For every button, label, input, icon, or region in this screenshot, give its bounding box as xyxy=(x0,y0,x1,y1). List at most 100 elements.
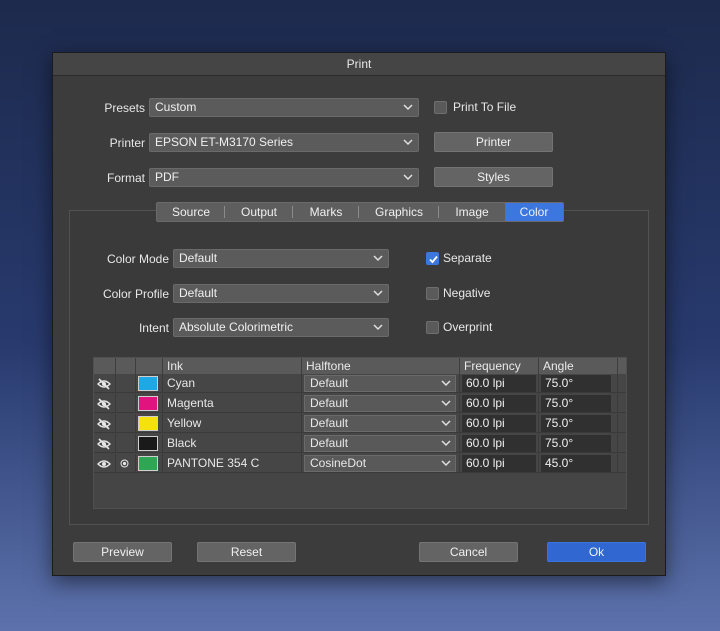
eye-icon xyxy=(97,460,111,468)
frequency-field[interactable]: 60.0 lpi xyxy=(462,395,536,412)
print-to-file-checkbox[interactable] xyxy=(434,101,447,114)
row-end xyxy=(617,454,627,473)
negative-checkbox[interactable] xyxy=(426,287,439,300)
print-dialog: Print Presets Custom Printer EPSON ET-M3… xyxy=(52,52,666,576)
eye-slash-icon xyxy=(97,378,111,390)
select-radio[interactable] xyxy=(115,454,135,473)
preview-button[interactable]: Preview xyxy=(73,542,172,562)
table-row[interactable]: Cyan Default 60.0 lpi 75.0° xyxy=(94,374,626,393)
halftone-cell: Default xyxy=(301,414,459,433)
header-angle[interactable]: Angle xyxy=(538,358,617,374)
select-radio[interactable] xyxy=(115,434,135,453)
visibility-toggle[interactable] xyxy=(94,394,115,413)
table-row[interactable]: Magenta Default 60.0 lpi 75.0° xyxy=(94,394,626,413)
presets-value: Custom xyxy=(155,100,197,114)
angle-field[interactable]: 75.0° xyxy=(541,435,611,452)
overprint-checkbox[interactable] xyxy=(426,321,439,334)
visibility-toggle[interactable] xyxy=(94,434,115,453)
frequency-cell: 60.0 lpi xyxy=(459,454,538,473)
tab-marks[interactable]: Marks xyxy=(293,203,359,221)
printer-button[interactable]: Printer xyxy=(434,132,553,152)
angle-field[interactable]: 75.0° xyxy=(541,415,611,432)
angle-field[interactable]: 75.0° xyxy=(541,395,611,412)
angle-cell: 75.0° xyxy=(538,394,617,413)
tab-bar: Source Output Marks Graphics Image Color xyxy=(156,202,564,222)
format-select[interactable]: PDF xyxy=(149,168,419,187)
ink-name: Magenta xyxy=(162,394,301,413)
halftone-select[interactable]: CosineDot xyxy=(304,455,456,472)
styles-button[interactable]: Styles xyxy=(434,167,553,187)
angle-field[interactable]: 45.0° xyxy=(541,455,611,472)
frequency-field[interactable]: 60.0 lpi xyxy=(462,375,536,392)
select-radio[interactable] xyxy=(115,394,135,413)
table-row[interactable]: Black Default 60.0 lpi 75.0° xyxy=(94,434,626,453)
ink-name: Yellow xyxy=(162,414,301,433)
halftone-select[interactable]: Default xyxy=(304,375,456,392)
row-end xyxy=(617,414,627,433)
swatch-cell xyxy=(135,394,162,413)
color-profile-value: Default xyxy=(179,286,218,300)
dialog-title: Print xyxy=(53,53,665,76)
chevron-down-icon xyxy=(373,324,383,331)
header-halftone[interactable]: Halftone xyxy=(301,358,459,374)
presets-select[interactable]: Custom xyxy=(149,98,419,117)
halftone-value: CosineDot xyxy=(310,456,367,470)
eye-slash-icon xyxy=(97,398,111,410)
printer-select[interactable]: EPSON ET-M3170 Series xyxy=(149,133,419,152)
visibility-toggle[interactable] xyxy=(94,414,115,433)
row-end xyxy=(617,374,627,393)
chevron-down-icon xyxy=(373,290,383,297)
chevron-down-icon xyxy=(441,380,451,387)
tab-source[interactable]: Source xyxy=(157,203,225,221)
tab-image[interactable]: Image xyxy=(439,203,505,221)
angle-field[interactable]: 75.0° xyxy=(541,375,611,392)
halftone-value: Default xyxy=(310,436,349,450)
ink-table: Ink Halftone Frequency Angle Cyan Default… xyxy=(93,357,627,509)
color-profile-select[interactable]: Default xyxy=(173,284,389,303)
frequency-field[interactable]: 60.0 lpi xyxy=(462,435,536,452)
color-mode-select[interactable]: Default xyxy=(173,249,389,268)
halftone-select[interactable]: Default xyxy=(304,415,456,432)
header-swatch xyxy=(135,358,162,374)
row-end xyxy=(617,394,627,413)
tab-graphics[interactable]: Graphics xyxy=(359,203,439,221)
cancel-button[interactable]: Cancel xyxy=(419,542,518,562)
visibility-toggle[interactable] xyxy=(94,454,115,473)
header-ink[interactable]: Ink xyxy=(162,358,301,374)
tab-output[interactable]: Output xyxy=(225,203,293,221)
header-frequency[interactable]: Frequency xyxy=(459,358,538,374)
format-value: PDF xyxy=(155,170,179,184)
ok-button[interactable]: Ok xyxy=(547,542,646,562)
visibility-toggle[interactable] xyxy=(94,374,115,393)
table-row[interactable]: Yellow Default 60.0 lpi 75.0° xyxy=(94,414,626,433)
select-radio[interactable] xyxy=(115,374,135,393)
header-select xyxy=(115,358,135,374)
swatch-cell xyxy=(135,454,162,473)
intent-value: Absolute Colorimetric xyxy=(179,320,294,334)
ink-swatch xyxy=(138,456,158,471)
ink-name: Black xyxy=(162,434,301,453)
chevron-down-icon xyxy=(441,440,451,447)
angle-cell: 75.0° xyxy=(538,414,617,433)
chevron-down-icon xyxy=(441,420,451,427)
separate-label: Separate xyxy=(443,251,492,265)
reset-button[interactable]: Reset xyxy=(197,542,296,562)
halftone-cell: CosineDot xyxy=(301,454,459,473)
chevron-down-icon xyxy=(403,174,413,181)
frequency-field[interactable]: 60.0 lpi xyxy=(462,415,536,432)
intent-select[interactable]: Absolute Colorimetric xyxy=(173,318,389,337)
checkmark-icon xyxy=(429,255,438,264)
halftone-select[interactable]: Default xyxy=(304,395,456,412)
format-label: Format xyxy=(106,171,145,185)
printer-label: Printer xyxy=(109,136,145,150)
frequency-field[interactable]: 60.0 lpi xyxy=(462,455,536,472)
select-radio[interactable] xyxy=(115,414,135,433)
table-row[interactable]: PANTONE 354 C CosineDot 60.0 lpi 45.0° xyxy=(94,454,626,473)
tab-color[interactable]: Color xyxy=(505,203,563,221)
color-mode-value: Default xyxy=(179,251,218,265)
radio-dot-icon xyxy=(120,459,129,468)
halftone-select[interactable]: Default xyxy=(304,435,456,452)
separate-checkbox[interactable] xyxy=(426,252,439,265)
header-end xyxy=(617,358,627,374)
chevron-down-icon xyxy=(373,255,383,262)
